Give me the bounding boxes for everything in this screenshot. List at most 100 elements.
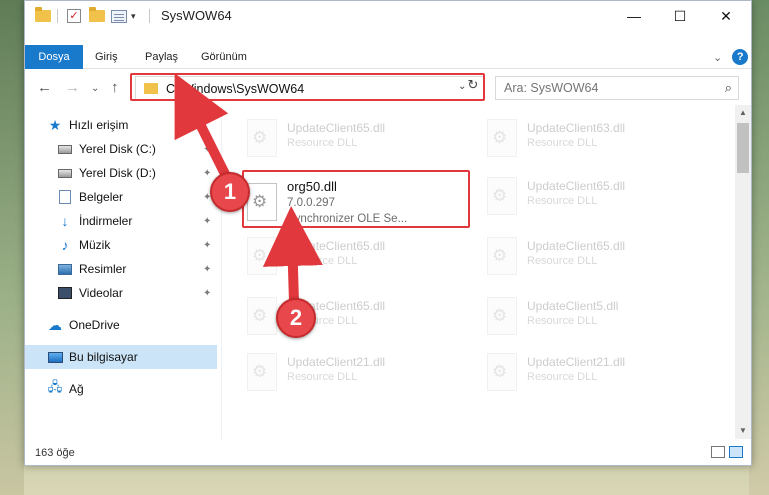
sidebar-item-label: Hızlı erişim bbox=[69, 118, 129, 132]
file-description: Resource DLL bbox=[287, 137, 358, 149]
file-name: UpdateClient21.dll bbox=[287, 355, 386, 369]
file-description: Resource DLL bbox=[527, 315, 598, 327]
dll-file-icon: ⚙ bbox=[487, 237, 517, 275]
tab-view[interactable]: Görünüm bbox=[201, 45, 247, 69]
file-description: Resource DLL bbox=[527, 137, 598, 149]
network-icon: 🖧 bbox=[47, 379, 63, 394]
vertical-scrollbar[interactable]: ▲ ▼ bbox=[735, 105, 751, 439]
sidebar-item-local-disk-c[interactable]: Yerel Disk (C:) ✦ bbox=[25, 137, 217, 161]
step-2-badge: 2 bbox=[276, 298, 316, 338]
file-description: Resource DLL bbox=[527, 195, 598, 207]
back-button[interactable]: ← bbox=[37, 79, 52, 96]
sidebar-item-downloads[interactable]: ↓ İndirmeler ✦ bbox=[25, 209, 217, 233]
sidebar-item-quick-access[interactable]: ★ Hızlı erişim bbox=[25, 113, 217, 137]
quick-access-properties-check[interactable]: ✓ bbox=[67, 7, 81, 25]
dll-file-icon: ⚙ bbox=[247, 297, 277, 335]
title-separator bbox=[57, 9, 58, 23]
sidebar-item-documents[interactable]: Belgeler ✦ bbox=[25, 185, 217, 209]
minimize-button[interactable]: — bbox=[611, 1, 657, 31]
file-name: UpdateClient21.dll bbox=[527, 355, 626, 369]
properties-icon bbox=[111, 9, 127, 23]
close-button[interactable]: ✕ bbox=[703, 1, 749, 31]
file-item[interactable]: ⚙ UpdateClient5.dll Resource DLL bbox=[481, 289, 711, 345]
file-item[interactable]: ⚙ UpdateClient65.dll Resource DLL bbox=[241, 111, 471, 167]
file-name: UpdateClient65.dll bbox=[527, 239, 626, 253]
checkmark-icon: ✓ bbox=[67, 9, 81, 23]
drive-icon bbox=[58, 144, 72, 154]
maximize-button[interactable]: ☐ bbox=[657, 1, 703, 31]
help-icon[interactable]: ? bbox=[732, 49, 749, 65]
file-item[interactable]: ⚙ UpdateClient65.dll Resource DLL bbox=[241, 229, 471, 285]
file-item[interactable]: ⚙ UpdateClient65.dll Resource DLL bbox=[481, 229, 711, 285]
desktop-background-left bbox=[0, 0, 24, 495]
quick-access-properties[interactable] bbox=[111, 7, 127, 25]
sidebar-item-label: Belgeler bbox=[79, 190, 124, 204]
details-view-icon[interactable] bbox=[711, 446, 725, 458]
pin-icon[interactable]: ✦ bbox=[203, 288, 211, 299]
recent-locations-button[interactable]: ⌄ bbox=[91, 83, 99, 94]
title-bar: ✓ ▾ SysWOW64 — ☐ ✕ bbox=[25, 1, 751, 31]
tab-home[interactable]: Giriş bbox=[95, 45, 118, 69]
sidebar-item-network[interactable]: 🖧 Ağ bbox=[25, 377, 217, 401]
file-item[interactable]: ⚙ UpdateClient65.dll Resource DLL bbox=[481, 169, 711, 225]
sidebar-item-label: Müzik bbox=[79, 238, 111, 252]
scroll-down-arrow-icon[interactable]: ▼ bbox=[735, 423, 751, 439]
file-name: UpdateClient63.dll bbox=[527, 121, 626, 135]
pin-icon[interactable]: ✦ bbox=[203, 240, 211, 251]
videos-icon bbox=[58, 287, 72, 299]
file-item[interactable]: ⚙ UpdateClient21.dll Resource DLL bbox=[241, 345, 471, 401]
up-button[interactable]: ↑ bbox=[111, 79, 119, 96]
quick-access-new-folder[interactable] bbox=[89, 7, 105, 25]
dll-file-icon: ⚙ bbox=[247, 237, 277, 275]
file-description: Resource DLL bbox=[287, 255, 358, 267]
step-1-badge: 1 bbox=[210, 172, 250, 212]
title-separator bbox=[149, 9, 150, 23]
sidebar-item-local-disk-d[interactable]: Yerel Disk (D:) ✦ bbox=[25, 161, 217, 185]
sidebar-item-label: Resimler bbox=[79, 262, 127, 276]
address-bar-highlight-box bbox=[130, 73, 485, 101]
file-explorer-window: ✓ ▾ SysWOW64 — ☐ ✕ Dosya Giriş Paylaş Gö… bbox=[24, 0, 752, 466]
sidebar-item-this-pc[interactable]: Bu bilgisayar bbox=[25, 345, 217, 369]
folder-icon bbox=[35, 7, 51, 22]
pane-divider[interactable] bbox=[221, 105, 222, 439]
scroll-thumb[interactable] bbox=[737, 123, 749, 173]
dll-file-icon: ⚙ bbox=[247, 119, 277, 157]
documents-icon bbox=[59, 190, 71, 204]
window-title: SysWOW64 bbox=[161, 8, 232, 23]
search-icon[interactable]: ⌕ bbox=[725, 80, 732, 96]
file-item[interactable]: ⚙ UpdateClient21.dll Resource DLL bbox=[481, 345, 711, 401]
file-name: UpdateClient65.dll bbox=[527, 179, 626, 193]
expand-ribbon-chevron-icon[interactable]: ⌄ bbox=[713, 51, 722, 64]
pin-icon[interactable]: ✦ bbox=[203, 216, 211, 227]
onedrive-icon: ☁ bbox=[48, 316, 62, 333]
dll-file-icon: ⚙ bbox=[487, 353, 517, 391]
dll-file-icon: ⚙ bbox=[487, 297, 517, 335]
sidebar-item-pictures[interactable]: Resimler ✦ bbox=[25, 257, 217, 281]
sidebar-item-label: İndirmeler bbox=[79, 214, 133, 228]
sidebar-item-label: OneDrive bbox=[69, 318, 120, 332]
quick-access-dropdown[interactable]: ▾ bbox=[131, 7, 136, 25]
sidebar-item-label: Yerel Disk (D:) bbox=[79, 166, 156, 180]
file-name: UpdateClient65.dll bbox=[287, 121, 386, 135]
tab-share[interactable]: Paylaş bbox=[145, 45, 178, 69]
file-description: Resource DLL bbox=[527, 371, 598, 383]
scroll-up-arrow-icon[interactable]: ▲ bbox=[735, 105, 751, 121]
search-input[interactable] bbox=[504, 81, 704, 95]
pin-icon[interactable]: ✦ bbox=[203, 264, 211, 275]
pin-icon[interactable]: ✦ bbox=[203, 144, 211, 155]
sidebar-item-videos[interactable]: Videolar ✦ bbox=[25, 281, 217, 305]
file-name: UpdateClient5.dll bbox=[527, 299, 619, 313]
sidebar-item-onedrive[interactable]: ☁ OneDrive bbox=[25, 313, 217, 337]
pin-icon[interactable]: ✦ bbox=[203, 168, 211, 179]
tiles-view-icon[interactable] bbox=[729, 446, 743, 458]
ribbon-tabs: Dosya Giriş Paylaş Görünüm ⌄ ? bbox=[25, 45, 751, 69]
item-count: 163 öğe bbox=[35, 447, 75, 459]
star-icon: ★ bbox=[48, 116, 62, 133]
search-box[interactable]: ⌕ bbox=[495, 76, 739, 100]
forward-button[interactable]: → bbox=[65, 79, 80, 96]
sidebar-item-label: Bu bilgisayar bbox=[69, 350, 138, 364]
file-item[interactable]: ⚙ UpdateClient63.dll Resource DLL bbox=[481, 111, 711, 167]
quick-access-folder[interactable] bbox=[35, 7, 51, 25]
sidebar-item-music[interactable]: ♪ Müzik ✦ bbox=[25, 233, 217, 257]
tab-file[interactable]: Dosya bbox=[25, 45, 83, 69]
